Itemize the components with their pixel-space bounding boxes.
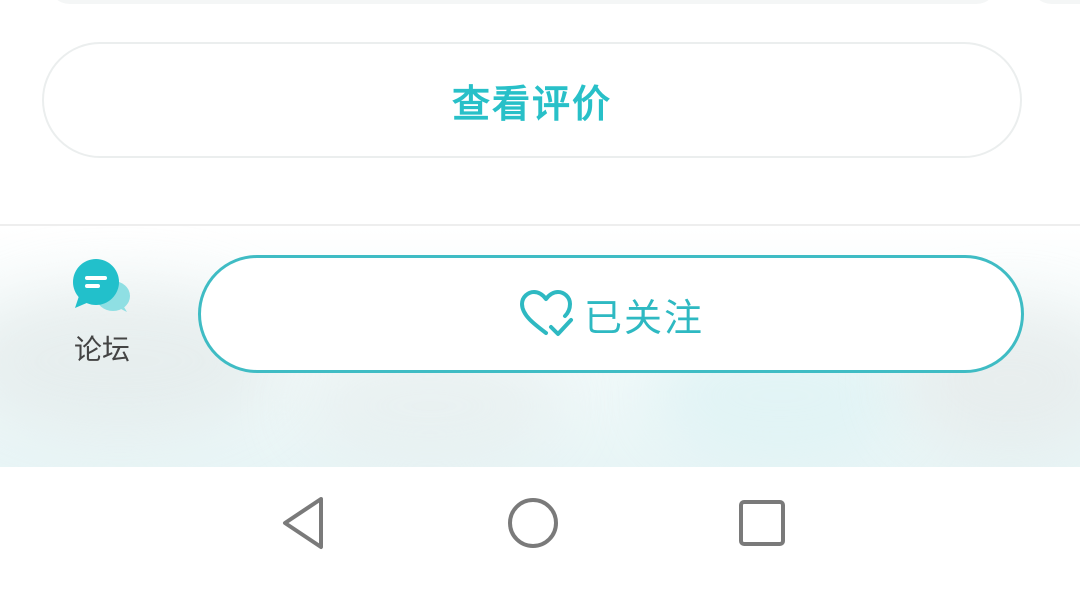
forum-label: 论坛 bbox=[73, 333, 130, 366]
triangle-back-icon bbox=[277, 495, 327, 555]
square-recents-icon bbox=[736, 497, 788, 553]
chat-bubble-icon bbox=[71, 258, 133, 314]
back-button[interactable] bbox=[272, 495, 332, 555]
previous-section-remnant-right bbox=[1030, 0, 1080, 4]
system-navigation-bar bbox=[0, 467, 1080, 606]
home-button[interactable] bbox=[503, 495, 563, 555]
forum-tab[interactable]: 论坛 bbox=[56, 258, 148, 374]
heart-check-icon bbox=[518, 289, 574, 339]
bottom-action-bar: 论坛 已关注 bbox=[0, 226, 1080, 467]
previous-section-remnant bbox=[48, 0, 998, 4]
follow-label: 已关注 bbox=[583, 295, 704, 340]
app-screen: 查看评价 论坛 已关注 bbox=[0, 0, 1080, 606]
recents-button[interactable] bbox=[732, 495, 792, 555]
follow-button[interactable]: 已关注 bbox=[198, 255, 1024, 373]
circle-home-icon bbox=[505, 495, 561, 555]
view-reviews-button[interactable]: 查看评价 bbox=[42, 42, 1022, 158]
